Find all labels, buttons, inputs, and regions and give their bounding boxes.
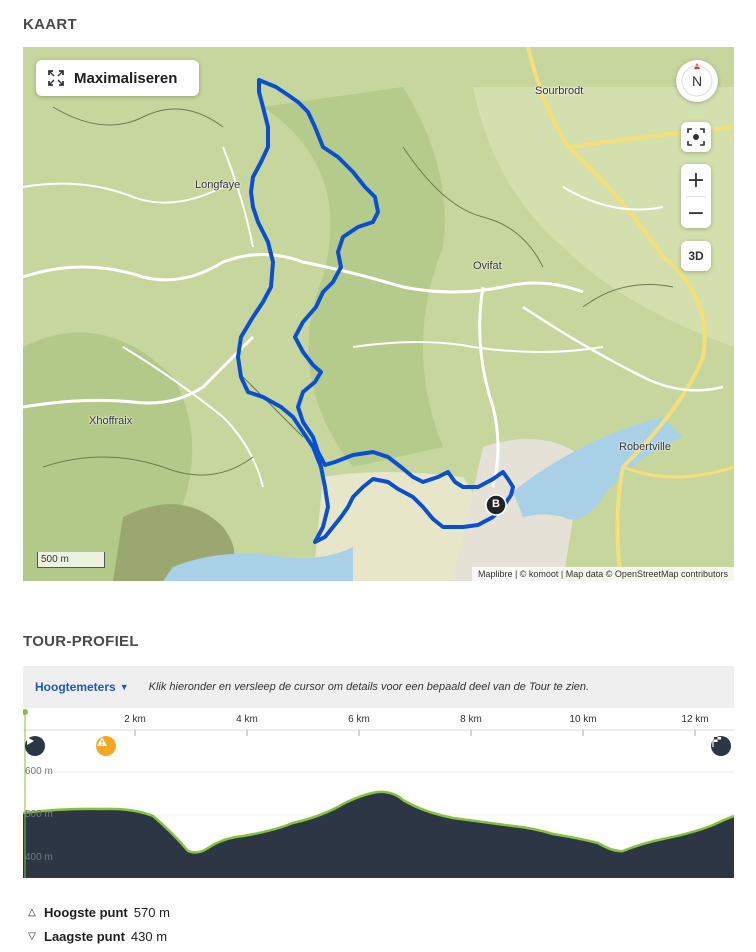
maximize-button[interactable]: Maximaliseren bbox=[36, 60, 199, 96]
metric-dropdown[interactable]: Hoogtemeters ▼ bbox=[35, 680, 129, 694]
highest-point-value: 570 m bbox=[133, 905, 170, 920]
triangle-up-icon: △ bbox=[28, 907, 36, 918]
map-scale-bar: 500 m bbox=[37, 552, 105, 568]
map-canvas[interactable] bbox=[23, 47, 734, 581]
profile-toolbar: Hoogtemeters ▼ Klik hieronder en verslee… bbox=[23, 666, 734, 708]
map-section-title: KAART bbox=[23, 16, 77, 33]
lowest-point-label: Laagste punt bbox=[44, 929, 125, 944]
play-icon bbox=[27, 737, 34, 745]
recenter-icon bbox=[687, 128, 705, 146]
end-marker-label: B bbox=[492, 498, 500, 510]
expand-icon bbox=[48, 70, 64, 86]
town-label: Ovifat bbox=[473, 260, 502, 272]
warning-marker[interactable] bbox=[96, 736, 116, 756]
highest-point-stat: △ Hoogste punt 570 m bbox=[26, 905, 170, 920]
highest-point-label: Hoogste punt bbox=[44, 905, 128, 920]
km-tick-label: 12 km bbox=[681, 714, 709, 725]
km-tick-label: 8 km bbox=[460, 714, 482, 725]
chevron-down-icon: ▼ bbox=[119, 682, 129, 692]
maximize-label: Maximaliseren bbox=[74, 69, 178, 87]
km-tick-label: 4 km bbox=[236, 714, 258, 725]
town-label: Sourbrodt bbox=[535, 85, 584, 97]
tour-map[interactable]: Sourbrodt Longfaye Ovifat Xhoffraix Robe… bbox=[23, 47, 734, 581]
town-label: Xhoffraix bbox=[89, 415, 133, 427]
zoom-in-button[interactable]: + bbox=[681, 164, 711, 196]
triangle-down-icon: ▽ bbox=[28, 931, 36, 942]
profile-hint-text: Klik hieronder en versleep de cursor om … bbox=[148, 681, 590, 693]
lowest-point-stat: ▽ Laagste punt 430 m bbox=[26, 929, 167, 944]
elevation-profile[interactable]: 2 km 4 km 6 km 8 km 10 km 12 km 600 m 50… bbox=[23, 708, 734, 878]
km-tick-label: 2 km bbox=[124, 714, 146, 725]
recenter-button[interactable] bbox=[681, 122, 711, 152]
km-tick-label: 10 km bbox=[569, 714, 597, 725]
profile-section-title: TOUR-PROFIEL bbox=[23, 633, 139, 650]
metric-dropdown-value: Hoogtemeters bbox=[35, 680, 116, 694]
elevation-tick-label: 600 m bbox=[25, 766, 53, 777]
three-d-button[interactable]: 3D bbox=[681, 241, 711, 271]
lowest-point-value: 430 m bbox=[130, 929, 168, 944]
elevation-tick-label: 500 m bbox=[25, 809, 53, 820]
km-tick-label: 6 km bbox=[348, 714, 370, 725]
town-label: Longfaye bbox=[195, 179, 241, 191]
finish-flag-icon bbox=[712, 737, 721, 747]
km-ticks bbox=[134, 730, 696, 736]
zoom-controls: + − bbox=[681, 164, 711, 228]
start-marker[interactable] bbox=[25, 736, 45, 756]
town-label: Robertville bbox=[619, 441, 671, 453]
warning-icon bbox=[97, 737, 107, 746]
elevation-chart[interactable] bbox=[23, 708, 734, 878]
finish-marker[interactable] bbox=[711, 736, 731, 756]
elevation-tick-label: 400 m bbox=[25, 852, 53, 863]
compass-button[interactable]: N bbox=[676, 60, 718, 102]
map-attribution[interactable]: Maplibre | © komoot | Map data © OpenStr… bbox=[471, 567, 734, 581]
zoom-out-button[interactable]: − bbox=[681, 197, 711, 229]
compass-label: N bbox=[691, 73, 703, 89]
